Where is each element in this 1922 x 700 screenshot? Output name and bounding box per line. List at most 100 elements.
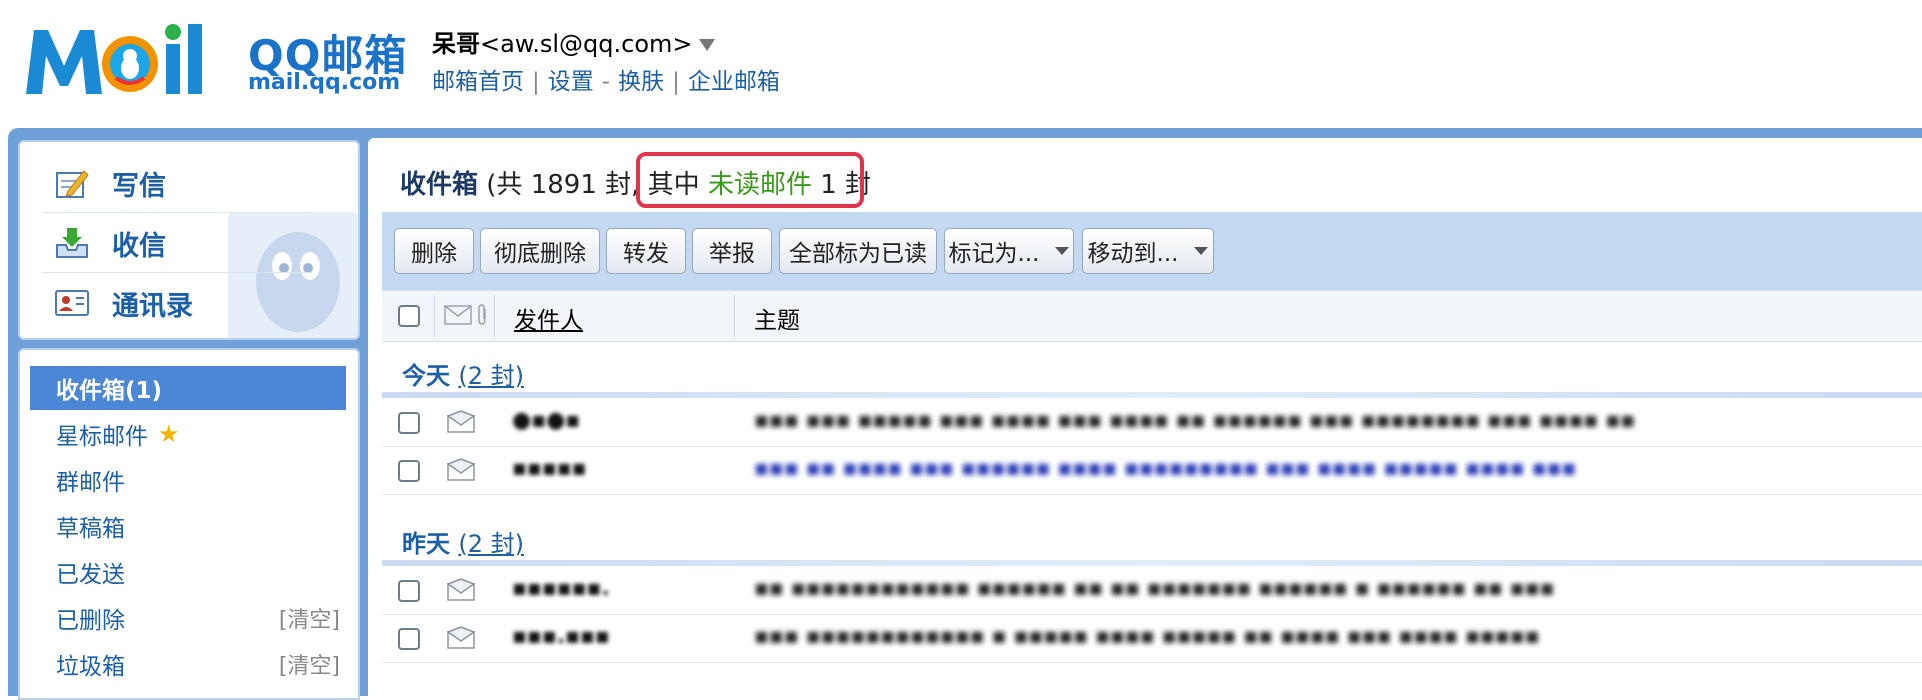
group-title: 昨天 — [402, 530, 450, 558]
folder-starred[interactable]: 星标邮件 ★ — [30, 412, 346, 456]
select-all-checkbox[interactable] — [398, 305, 420, 327]
subject-column-header[interactable]: 主题 — [754, 301, 800, 335]
user-name: 呆哥 — [432, 30, 480, 58]
row-checkbox[interactable] — [398, 628, 420, 650]
mail-row[interactable]: ▪▪▪.▪▪▪ ▪▪▪ ▪▪▪▪▪▪▪▪▪▪▪▪ ▪ ▪▪▪▪▪ ▪▪▪▪ ▪▪… — [382, 616, 1922, 663]
move-to-dropdown[interactable]: 移动到... — [1082, 228, 1214, 274]
row-checkbox[interactable] — [398, 460, 420, 482]
top-links: 邮箱首页 | 设置 - 换肤 | 企业邮箱 — [432, 62, 780, 96]
envelope-read-icon — [446, 458, 476, 481]
enterprise-mail-link[interactable]: 企业邮箱 — [688, 69, 780, 95]
mark-as-dropdown[interactable]: 标记为... — [944, 228, 1074, 274]
clear-spam-link[interactable]: [清空] — [279, 648, 340, 680]
group-header-today: 今天 (2 封) — [402, 356, 524, 391]
divider: | — [672, 69, 680, 95]
total-suffix: 封, — [605, 170, 640, 200]
envelope-read-icon — [446, 578, 476, 601]
row-checkbox[interactable] — [398, 412, 420, 434]
folder-deleted[interactable]: 已删除 [清空] — [30, 596, 346, 640]
divider: | — [532, 69, 540, 95]
group-header-yesterday: 昨天 (2 封) — [402, 524, 524, 559]
envelope-read-icon — [446, 626, 476, 649]
folder-label: 草稿箱 — [56, 516, 125, 542]
envelope-read-icon — [446, 410, 476, 433]
caret-down-icon — [1055, 247, 1070, 255]
folder-label: 收件箱(1) — [56, 378, 163, 404]
row-subject: ▪▪▪ ▪▪▪ ▪▪▪▪▪ ▪▪▪ ▪▪▪▪ ▪▪▪ ▪▪▪▪ ▪▪ ▪▪▪▪▪… — [754, 408, 1636, 433]
attachment-column-icon — [478, 304, 486, 325]
row-sender: ▪▪▪.▪▪▪ — [512, 624, 610, 649]
user-email: <aw.sl@qq.com> — [480, 30, 693, 58]
row-subject: ▪▪▪ ▪▪▪▪▪▪▪▪▪▪▪▪ ▪ ▪▪▪▪▪ ▪▪▪▪ ▪▪▪▪▪ ▪▪ ▪… — [754, 624, 1540, 649]
mail-row[interactable]: ▪▪▪▪▪ ▪▪▪ ▪▪ ▪▪▪▪ ▪▪▪ ▪▪▪▪▪▪ ▪▪▪▪ ▪▪▪▪▪▪… — [382, 448, 1922, 495]
row-subject: ▪▪▪ ▪▪ ▪▪▪▪ ▪▪▪ ▪▪▪▪▪▪ ▪▪▪▪ ▪▪▪▪▪▪▪▪▪ ▪▪… — [754, 456, 1577, 481]
group-count-link[interactable]: (2 封) — [458, 362, 524, 390]
row-sender: ●▪●▪ — [512, 408, 581, 433]
delete-button[interactable]: 删除 — [394, 228, 474, 274]
compose-button[interactable]: 写信 — [54, 160, 166, 206]
folder-list: 收件箱(1) 星标邮件 ★ 群邮件 草稿箱 已发送 已删除 [清空] 垃圾箱 [… — [18, 348, 360, 700]
divider — [434, 295, 435, 337]
folder-drafts[interactable]: 草稿箱 — [30, 504, 346, 548]
mark-as-label: 标记为... — [948, 241, 1040, 267]
clear-deleted-link[interactable]: [清空] — [279, 602, 340, 634]
settings-link[interactable]: 设置 — [548, 69, 594, 95]
contacts-label: 通讯录 — [112, 290, 193, 322]
account-menu[interactable]: 呆哥<aw.sl@qq.com> — [432, 24, 715, 59]
folder-spam[interactable]: 垃圾箱 [清空] — [30, 642, 346, 686]
unread-highlight-box — [636, 152, 864, 208]
group-count-link[interactable]: (2 封) — [458, 530, 524, 558]
contacts-button[interactable]: 通讯录 — [54, 280, 193, 326]
caret-down-icon — [1194, 247, 1209, 255]
group-title: 今天 — [402, 362, 450, 390]
compose-label: 写信 — [112, 170, 166, 202]
divider — [734, 295, 735, 337]
caret-down-icon[interactable] — [698, 39, 715, 51]
group-divider — [382, 392, 1922, 398]
skin-link[interactable]: 换肤 — [618, 69, 664, 95]
divider — [42, 272, 312, 273]
folder-label: 已发送 — [56, 562, 125, 588]
receive-label: 收信 — [112, 230, 166, 262]
forward-button[interactable]: 转发 — [606, 228, 686, 274]
delete-forever-button[interactable]: 彻底删除 — [480, 228, 600, 274]
quick-actions-panel: 写信 收信 通讯录 — [18, 140, 360, 340]
row-subject: ▪▪ ▪▪▪▪▪▪▪▪▪▪▪▪ ▪▪▪▪▪▪ ▪▪ ▪▪ ▪▪▪▪▪▪▪ ▪▪▪… — [754, 576, 1555, 601]
folder-inbox[interactable]: 收件箱(1) — [30, 366, 346, 410]
mail-toolbar: 删除 彻底删除 转发 举报 全部标为已读 标记为... 移动到... — [382, 212, 1922, 290]
inbox-download-icon — [56, 228, 88, 258]
mark-all-read-button[interactable]: 全部标为已读 — [779, 228, 937, 274]
row-sender: ▪▪▪▪▪▪. — [512, 576, 610, 601]
logo-url: mail.qq.com — [248, 70, 401, 95]
row-sender: ▪▪▪▪▪ — [512, 456, 587, 481]
contacts-card-icon — [55, 290, 89, 316]
mailbox-home-link[interactable]: 邮箱首页 — [432, 69, 524, 95]
qq-penguin-watermark-icon — [228, 212, 358, 338]
qq-mail-logo[interactable]: QQ邮箱 mail.qq.com — [24, 22, 406, 98]
row-checkbox[interactable] — [398, 580, 420, 602]
move-to-label: 移动到... — [1087, 241, 1179, 267]
sender-column-header[interactable]: 发件人 — [514, 301, 583, 335]
page-title: 收件箱 — [400, 170, 479, 200]
mail-list-pane: 收件箱 (共 1891 封, 其中 未读邮件 1 封 删除 彻底删除 转发 举报… — [368, 138, 1922, 696]
total-prefix: (共 — [486, 170, 523, 200]
divider — [494, 295, 495, 337]
divider — [42, 212, 312, 213]
folder-label: 已删除 — [56, 608, 125, 634]
star-icon: ★ — [158, 420, 180, 448]
folder-label: 垃圾箱 — [56, 654, 125, 680]
envelope-column-icon — [444, 305, 472, 325]
total-count: 1891 — [530, 170, 597, 200]
folder-label: 星标邮件 — [56, 424, 148, 450]
folder-sent[interactable]: 已发送 — [30, 550, 346, 594]
list-header: 发件人 主题 — [382, 290, 1922, 342]
folder-label: 群邮件 — [56, 470, 125, 496]
compose-icon — [56, 170, 89, 198]
mail-row[interactable]: ▪▪▪▪▪▪. ▪▪ ▪▪▪▪▪▪▪▪▪▪▪▪ ▪▪▪▪▪▪ ▪▪ ▪▪ ▪▪▪… — [382, 568, 1922, 615]
mail-logo-icon — [26, 24, 202, 94]
group-divider — [382, 560, 1922, 566]
report-button[interactable]: 举报 — [692, 228, 772, 274]
receive-button[interactable]: 收信 — [54, 220, 166, 266]
folder-group-mail[interactable]: 群邮件 — [30, 458, 346, 502]
mail-row[interactable]: ●▪●▪ ▪▪▪ ▪▪▪ ▪▪▪▪▪ ▪▪▪ ▪▪▪▪ ▪▪▪ ▪▪▪▪ ▪▪ … — [382, 400, 1922, 447]
